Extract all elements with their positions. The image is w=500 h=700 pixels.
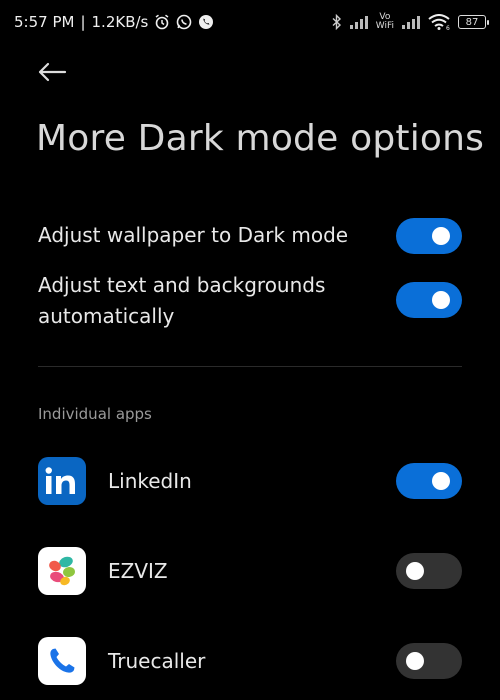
page-title: More Dark mode options <box>36 118 485 159</box>
status-time: 5:57 PM <box>14 13 75 31</box>
toggle-knob <box>432 227 450 245</box>
whatsapp-icon <box>177 14 192 30</box>
wifi-badge: 6 <box>446 25 450 30</box>
toggle-app-ezviz[interactable] <box>396 553 462 589</box>
ezviz-icon <box>38 547 86 595</box>
truecaller-icon <box>38 637 86 685</box>
back-arrow-icon <box>38 62 67 82</box>
battery-level: 87 <box>465 16 479 28</box>
status-left: 5:57 PM | 1.2KB/s <box>14 13 214 31</box>
toggle-text-backgrounds[interactable] <box>396 282 462 318</box>
toggle-knob <box>406 652 424 670</box>
app-name-truecaller: Truecaller <box>108 649 206 673</box>
signal-icon-2 <box>402 15 420 29</box>
phone-icon <box>199 15 214 29</box>
alarm-icon <box>155 14 169 30</box>
toggle-app-truecaller[interactable] <box>396 643 462 679</box>
setting-label-wallpaper: Adjust wallpaper to Dark mode <box>38 223 349 247</box>
status-right: Vo WiFi 6 87 <box>332 12 489 31</box>
section-header-individual-apps: Individual apps <box>38 405 152 423</box>
signal-icon <box>349 15 368 29</box>
app-name-ezviz: EZVIZ <box>108 559 168 583</box>
bluetooth-icon <box>332 14 341 30</box>
setting-label-text-backgrounds: Adjust text and backgrounds automaticall… <box>38 273 326 328</box>
back-button[interactable] <box>36 58 68 86</box>
divider <box>38 366 462 367</box>
toggle-knob <box>432 291 450 309</box>
toggle-knob <box>406 562 424 580</box>
status-separator: | <box>80 13 86 31</box>
toggle-app-linkedin[interactable] <box>396 463 462 499</box>
status-bar: 5:57 PM | 1.2KB/s Vo WiFi 6 87 <box>0 0 500 44</box>
battery-icon: 87 <box>458 15 489 29</box>
toggle-wallpaper-dark-mode[interactable] <box>396 218 462 254</box>
network-speed: 1.2KB/s <box>91 13 149 31</box>
toggle-knob <box>432 472 450 490</box>
volte-wifi-icon: Vo WiFi <box>375 12 394 31</box>
linkedin-icon <box>38 457 86 505</box>
app-name-linkedin: LinkedIn <box>108 469 192 493</box>
wifi-icon: 6 <box>428 14 450 30</box>
